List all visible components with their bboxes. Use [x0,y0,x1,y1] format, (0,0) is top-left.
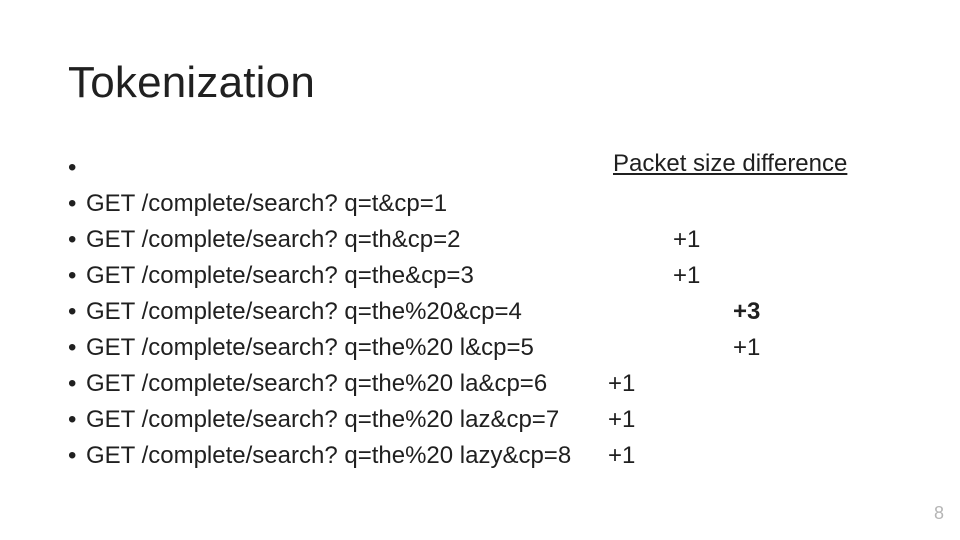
bullet-icon: • [68,186,86,222]
bullet-icon: • [68,258,86,294]
bullet-icon: • [68,402,86,438]
bullet-icon: • [68,294,86,330]
column-header-packet-size: Packet size difference [613,150,847,178]
request-text: GET /complete/search? q=the%20 l&cp=5 [86,330,534,366]
diff-value: +3 [733,294,760,330]
request-text: GET /complete/search? q=the%20 laz&cp=7 [86,402,559,438]
bullet-line: • GET /complete/search? q=th&cp=2 +1 [68,222,898,258]
bullet-line: • GET /complete/search? q=t&cp=1 [68,186,898,222]
diff-value: +1 [608,366,635,402]
bullet-line: • GET /complete/search? q=the%20 la&cp=6… [68,366,898,402]
diff-value: +1 [673,222,700,258]
request-text: GET /complete/search? q=the&cp=3 [86,258,474,294]
request-text: GET /complete/search? q=the%20 la&cp=6 [86,366,547,402]
request-text: GET /complete/search? q=t&cp=1 [86,186,447,222]
bullet-icon: • [68,222,86,258]
slide: Tokenization Packet size difference • • … [0,0,960,540]
bullet-line: • GET /complete/search? q=the%20 l&cp=5 … [68,330,898,366]
diff-value: +1 [733,330,760,366]
bullet-icon: • [68,330,86,366]
slide-title: Tokenization [68,58,315,108]
diff-value: +1 [673,258,700,294]
request-text: GET /complete/search? q=the%20&cp=4 [86,294,522,330]
diff-value: +1 [608,402,635,438]
bullet-line: • GET /complete/search? q=the%20 laz&cp=… [68,402,898,438]
bullet-line: • GET /complete/search? q=the%20 lazy&cp… [68,438,898,474]
request-text: GET /complete/search? q=th&cp=2 [86,222,460,258]
bullet-line: • GET /complete/search? q=the%20&cp=4 +3 [68,294,898,330]
slide-body: Packet size difference • • GET /complete… [68,150,898,474]
bullet-icon: • [68,366,86,402]
bullet-line: • GET /complete/search? q=the&cp=3 +1 [68,258,898,294]
diff-value: +1 [608,438,635,474]
bullet-icon: • [68,438,86,474]
request-text: GET /complete/search? q=the%20 lazy&cp=8 [86,438,571,474]
page-number: 8 [934,503,944,524]
bullet-icon: • [68,150,86,186]
